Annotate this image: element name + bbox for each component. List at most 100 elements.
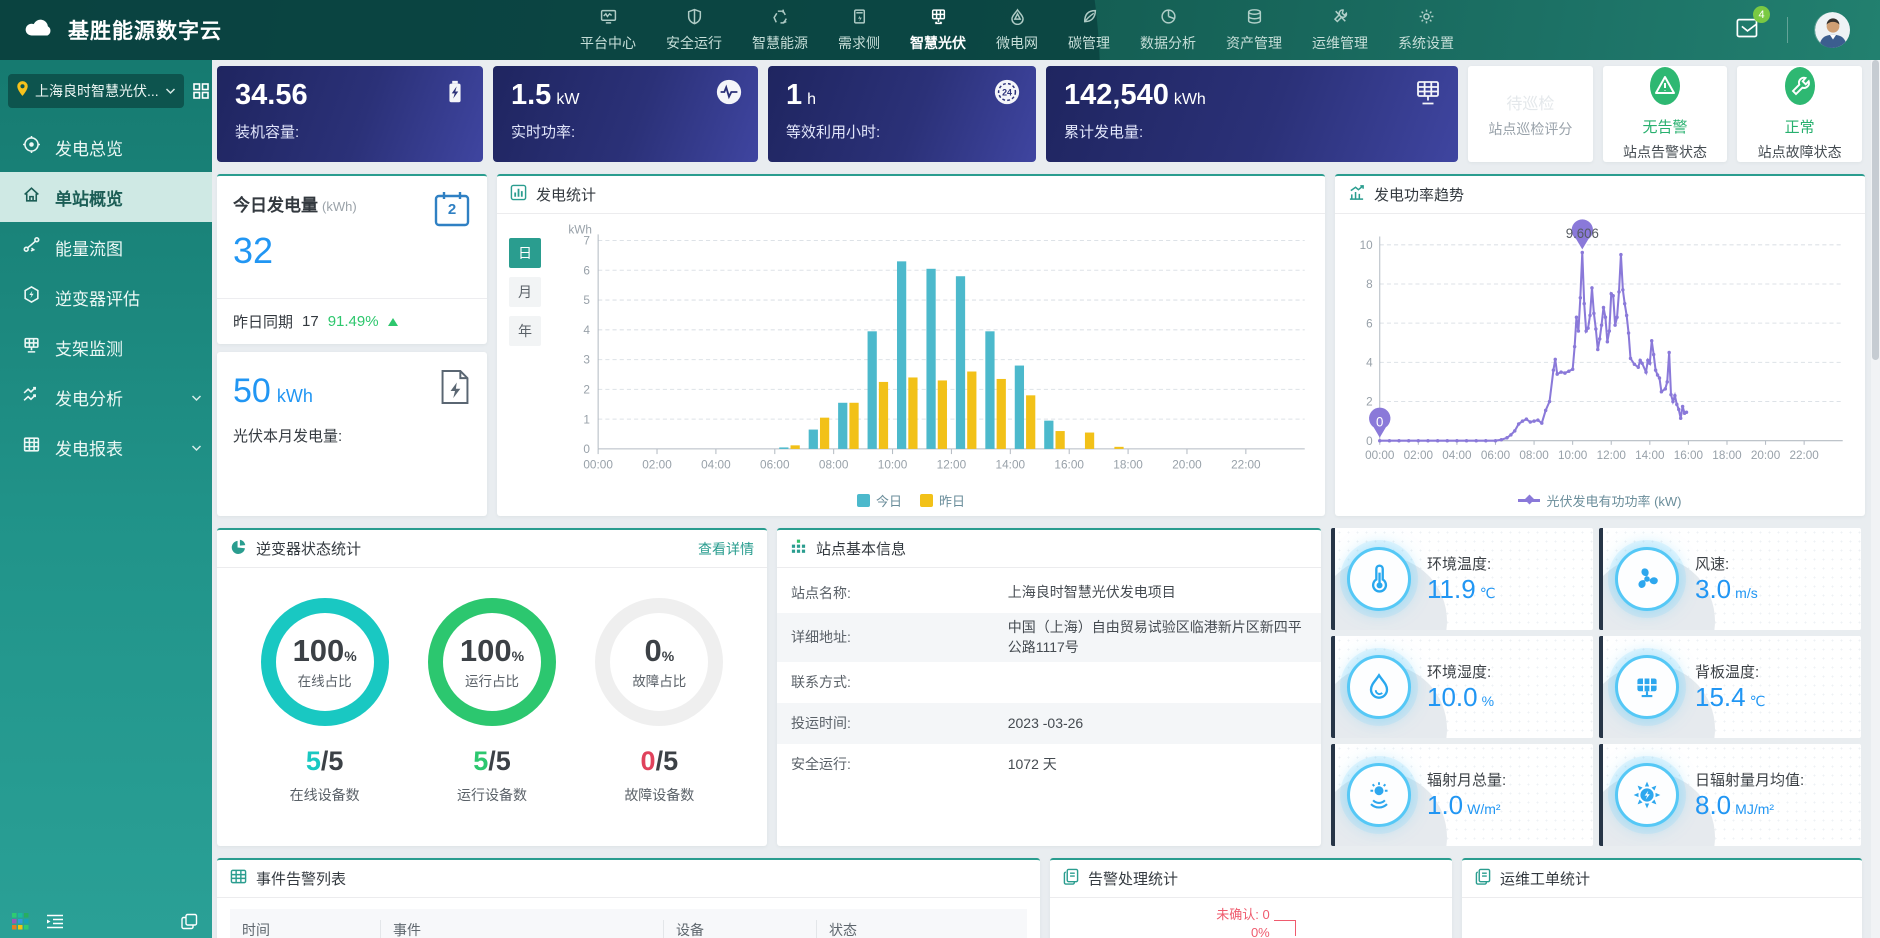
month-label: 光伏本月发电量: — [233, 425, 471, 446]
status-label: 站点故障状态 — [1758, 142, 1842, 162]
view-details-link[interactable]: 查看详情 — [698, 539, 754, 559]
inverter-body: 100% 在线占比 5/5 在线设备数 100% 运行占比 5/5 — [217, 568, 767, 846]
tab-day[interactable]: 日 — [509, 238, 541, 268]
nav-item-platform-center[interactable]: 平台中心 — [580, 8, 636, 53]
svg-text:0: 0 — [1376, 414, 1383, 429]
top-navbar: 基胜能源数字云 平台中心 安全运行 智慧能源 需求侧 智慧光伏 — [0, 0, 1880, 60]
bottom-row: 事件告警列表 时间 事件 设备 状态 告警处理统计 — [217, 858, 1862, 938]
line-chart-legend: 光伏发电有功功率 (kW) — [1335, 484, 1865, 516]
month-value: 50 — [233, 372, 271, 410]
nav-label: 碳管理 — [1068, 33, 1110, 53]
pie-icon — [230, 538, 247, 560]
sidebar-item-power-reports[interactable]: 发电报表 — [0, 422, 212, 472]
generation-summary-column: 今日发电量(kWh) 32 2 昨日同期 17 91.49% — [217, 174, 487, 516]
event-alarm-list-card: 事件告警列表 时间 事件 设备 状态 — [217, 858, 1040, 938]
donut-fault: 0% 故障占比 0/5 故障设备数 — [595, 598, 723, 805]
nav-label: 运维管理 — [1312, 33, 1368, 53]
copy-pages-icon[interactable] — [181, 913, 198, 930]
trend-up-icon — [1348, 184, 1365, 206]
station-grid-button[interactable] — [192, 82, 210, 100]
donut-ring: 100% 运行占比 — [428, 598, 556, 726]
top-menu: 平台中心 安全运行 智慧能源 需求侧 智慧光伏 微电网 — [580, 0, 1454, 60]
svg-text:02:00: 02:00 — [1404, 449, 1434, 462]
card-title: 运维工单统计 — [1500, 868, 1590, 889]
nav-item-smart-pv[interactable]: 智慧光伏 — [910, 8, 966, 53]
svg-text:7: 7 — [583, 234, 590, 248]
site-info-header: 站点基本信息 — [777, 530, 1321, 568]
info-row: 逆变器状态统计 查看详情 100% 在线占比 5/5 在线设备数 — [217, 528, 1862, 846]
kpi-row: 34.56 装机容量: 1.5kW 实时功率: 1h 等效利用小时: 24 14… — [217, 66, 1862, 162]
nav-item-system-settings[interactable]: 系统设置 — [1398, 8, 1454, 53]
svg-text:24: 24 — [1002, 87, 1012, 97]
calendar-day: 2 — [431, 201, 473, 218]
sidebar-item-power-analysis[interactable]: 发电分析 — [0, 372, 212, 422]
env-card-humidity: 环境湿度:10.0% — [1331, 636, 1593, 738]
battery-charge-icon — [442, 78, 468, 111]
tab-month[interactable]: 月 — [509, 277, 541, 307]
generation-stats-body: 日 月 年 kWh0123456700:0002:0004:0006:0008:… — [497, 214, 1325, 484]
work-order-body — [1462, 898, 1862, 938]
nav-item-microgrid[interactable]: 微电网 — [996, 8, 1038, 53]
user-avatar[interactable] — [1814, 12, 1850, 48]
environment-grid: 环境温度:11.9℃ 风速:3.0m/s 环境湿度:10.0% 背板温度:15.… — [1331, 528, 1861, 846]
sun-radiation-icon — [1347, 763, 1411, 827]
collapse-menu-icon[interactable] — [45, 913, 65, 930]
info-row-commission-date: 投运时间:2023 -03-26 — [777, 703, 1321, 744]
messages-button[interactable]: 4 — [1734, 14, 1761, 46]
fan-icon — [1615, 547, 1679, 611]
legend-active-power[interactable]: 光伏发电有功功率 (kW) — [1518, 491, 1681, 510]
env-card-radiation-month: 辐射月总量:1.0W/m² — [1331, 744, 1593, 846]
generation-stats-header: 发电统计 — [497, 176, 1325, 214]
legend-today[interactable]: 今日 — [857, 491, 902, 510]
chevron-down-icon — [191, 437, 202, 457]
donut-ring: 0% 故障占比 — [595, 598, 723, 726]
nav-label: 需求侧 — [838, 33, 880, 53]
sidebar-item-inverter-eval[interactable]: 逆变器评估 — [0, 272, 212, 322]
svg-text:5: 5 — [583, 293, 590, 307]
bar-chart-legend: 今日 昨日 — [497, 484, 1325, 516]
charts-row: 今日发电量(kWh) 32 2 昨日同期 17 91.49% — [217, 174, 1862, 516]
table-icon — [230, 868, 247, 890]
legend-swatch — [920, 494, 933, 507]
sidebar-item-label: 逆变器评估 — [55, 285, 140, 310]
tab-year[interactable]: 年 — [509, 316, 541, 346]
nav-item-data-analysis[interactable]: 数据分析 — [1140, 8, 1196, 53]
nav-item-safe-operation[interactable]: 安全运行 — [666, 8, 722, 53]
sidebar-item-tracker-monitor[interactable]: 支架监测 — [0, 322, 212, 372]
scrollbar-thumb[interactable] — [1872, 60, 1879, 360]
station-selector[interactable]: 上海良时智慧光伏... — [8, 74, 184, 108]
tools-icon — [1332, 8, 1349, 30]
app-root: 基胜能源数字云 平台中心 安全运行 智慧能源 需求侧 智慧光伏 — [0, 0, 1880, 938]
nav-label: 平台中心 — [580, 33, 636, 53]
station-selector-row: 上海良时智慧光伏... — [0, 74, 212, 122]
nav-label: 系统设置 — [1398, 33, 1454, 53]
sidebar-item-station-overview[interactable]: 单站概览 — [0, 172, 212, 222]
nav-item-smart-energy[interactable]: 智慧能源 — [752, 8, 808, 53]
nav-item-asset-mgmt[interactable]: 资产管理 — [1226, 8, 1282, 53]
svg-text:16:00: 16:00 — [1054, 457, 1084, 471]
droplet-icon — [1347, 655, 1411, 719]
panel-icon — [22, 335, 41, 359]
panel-temp-icon — [1615, 655, 1679, 719]
apps-grid-icon[interactable] — [12, 913, 29, 930]
solar-panel-icon — [1413, 78, 1443, 113]
svg-text:00:00: 00:00 — [1365, 449, 1395, 462]
card-title: 发电功率趋势 — [1374, 184, 1464, 205]
site-info-rows: 站点名称:上海良时智慧光伏发电项目 详细地址:中国（上海）自由贸易试验区临港新片… — [777, 568, 1321, 789]
svg-text:04:00: 04:00 — [701, 457, 731, 471]
nav-item-carbon-mgmt[interactable]: 碳管理 — [1068, 8, 1110, 53]
message-count-badge: 4 — [1753, 6, 1770, 23]
legend-yesterday[interactable]: 昨日 — [920, 491, 965, 510]
sidebar-item-energy-flow[interactable]: 能量流图 — [0, 222, 212, 272]
nav-item-demand-side[interactable]: 需求侧 — [838, 8, 880, 53]
power-trend-chart: 024681000:0002:0004:0006:0008:0010:0012:… — [1335, 214, 1865, 484]
svg-text:18:00: 18:00 — [1113, 457, 1143, 471]
nav-item-om-mgmt[interactable]: 运维管理 — [1312, 8, 1368, 53]
gear-icon — [1418, 8, 1435, 30]
clock-24-icon: 24 — [993, 78, 1021, 111]
compare-percent: 91.49% — [328, 313, 379, 330]
grid-dots-icon — [790, 538, 807, 560]
inverter-status-card: 逆变器状态统计 查看详情 100% 在线占比 5/5 在线设备数 — [217, 528, 767, 846]
alarm-stats-card: 告警处理统计 未确认: 0 0% — [1050, 858, 1452, 938]
sidebar-item-power-overview[interactable]: 发电总览 — [0, 122, 212, 172]
